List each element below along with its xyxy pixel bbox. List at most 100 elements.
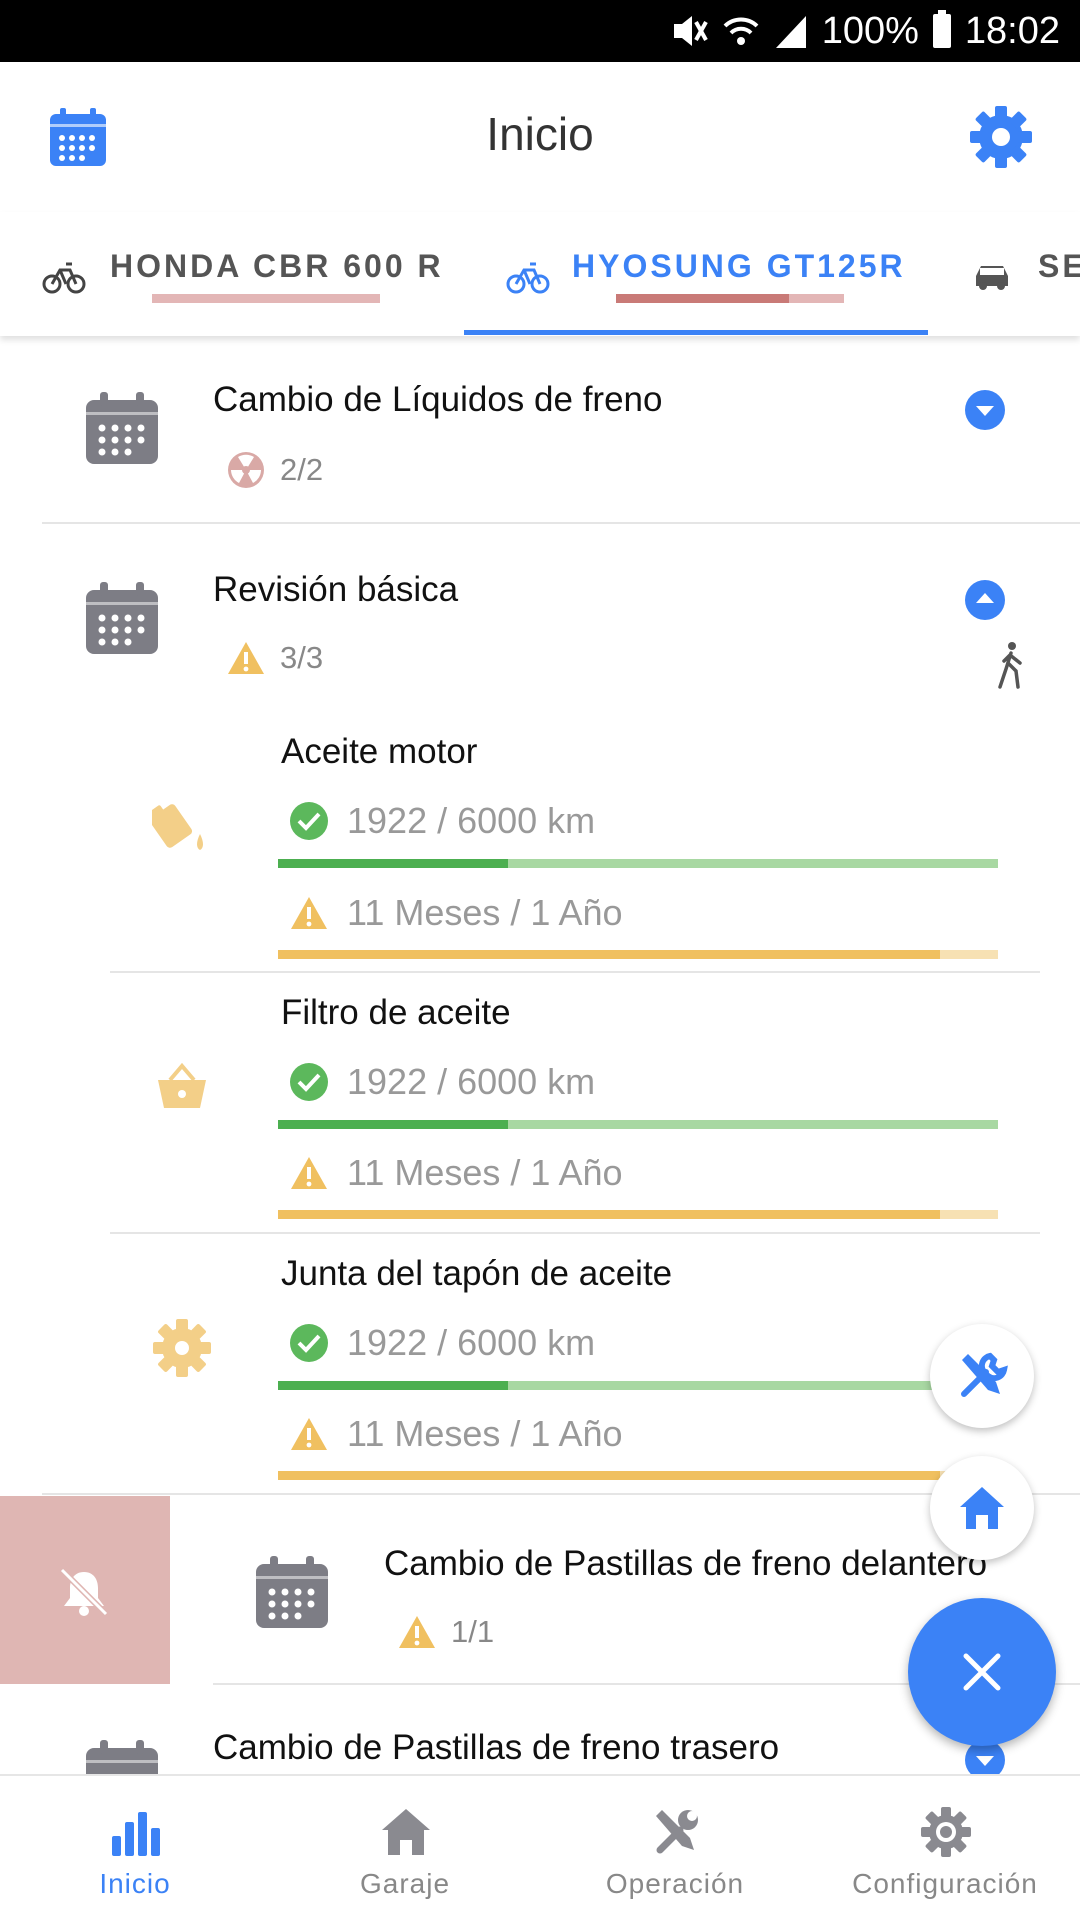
walking-icon — [998, 642, 1022, 689]
page-title: Inicio — [486, 108, 594, 160]
expand-icon[interactable] — [965, 390, 1005, 430]
km-progress-bar — [278, 859, 998, 868]
status-badge: 3/3 — [226, 640, 323, 676]
km-progress-bar — [278, 1120, 998, 1129]
home-icon — [960, 1487, 1004, 1529]
warning-icon — [399, 1616, 435, 1648]
time-progress-fill — [278, 950, 941, 959]
km-metric: 1922 / 6000 km — [289, 800, 595, 842]
tab-label: SE — [1038, 248, 1080, 284]
time-value: 11 Meses / 1 Año — [347, 1152, 623, 1193]
tab-label: HONDA CBR 600 R — [110, 248, 444, 284]
badge-count: 3/3 — [280, 640, 324, 675]
status-bar: 100% 18:02 — [0, 0, 1080, 62]
calendar-icon — [86, 1740, 158, 1776]
divider — [42, 1493, 1080, 1495]
km-value: 1922 / 6000 km — [347, 800, 596, 841]
wifi-icon — [723, 17, 759, 45]
item-title: Revisión básica — [213, 570, 459, 609]
badge-count: 1/1 — [451, 1614, 495, 1649]
divider — [110, 1232, 1040, 1234]
nav-label: Inicio — [99, 1868, 171, 1899]
operation-fab[interactable] — [930, 1324, 1034, 1428]
bottom-nav: Inicio Garaje Operación Configuración — [0, 1774, 1080, 1920]
vehicle-tabs: HONDA CBR 600 R HYOSUNG GT125R SE — [0, 212, 1080, 336]
nav-garaje[interactable]: Garaje — [270, 1776, 540, 1920]
bicycle-icon — [506, 262, 550, 294]
km-metric: 1922 / 6000 km — [289, 1061, 595, 1103]
time-value: 11 Meses / 1 Año — [347, 892, 623, 933]
tab-honda[interactable]: HONDA CBR 600 R — [0, 212, 464, 336]
item-title: Cambio de Pastillas de freno trasero — [213, 1728, 780, 1767]
bicycle-icon — [42, 262, 86, 294]
nav-operacion[interactable]: Operación — [540, 1776, 810, 1920]
km-progress-bar — [278, 1381, 998, 1390]
warning-icon — [291, 897, 327, 929]
maintenance-list: Cambio de Líquidos de freno 2/2 Revisión… — [0, 336, 1080, 1776]
tab-label: HYOSUNG GT125R — [572, 248, 906, 284]
nav-label: Garaje — [359, 1868, 451, 1899]
collapse-icon[interactable] — [965, 580, 1005, 620]
tab-car[interactable]: SE — [928, 212, 1080, 336]
km-progress-fill — [278, 1381, 509, 1390]
garage-fab[interactable] — [930, 1456, 1034, 1560]
tab-progress — [152, 294, 380, 303]
battery-icon — [932, 10, 951, 48]
basket-icon — [158, 1062, 206, 1108]
warning-icon — [291, 1418, 327, 1450]
tab-indicator — [464, 330, 928, 335]
time-metric: 11 Meses / 1 Año — [289, 1413, 623, 1455]
gear-icon[interactable] — [970, 106, 1032, 168]
close-fab[interactable] — [908, 1598, 1056, 1746]
km-value: 1922 / 6000 km — [347, 1322, 596, 1363]
km-metric: 1922 / 6000 km — [289, 1322, 595, 1364]
check-circle-icon — [290, 1324, 328, 1362]
radiation-icon — [228, 452, 264, 488]
nav-inicio[interactable]: Inicio — [0, 1776, 270, 1920]
warning-icon — [291, 1157, 327, 1189]
status-badge: 2/2 — [226, 450, 323, 490]
time-progress-bar — [278, 950, 998, 959]
time-progress-bar — [278, 1210, 998, 1219]
divider — [110, 971, 1040, 973]
tab-progress-fill — [616, 294, 790, 303]
time-progress-fill — [278, 1471, 941, 1480]
tools-icon — [961, 1352, 1008, 1397]
tools-icon — [656, 1810, 698, 1854]
time-progress-fill — [278, 1210, 941, 1219]
nav-label: Operación — [605, 1868, 745, 1899]
time-metric: 11 Meses / 1 Año — [289, 1152, 623, 1194]
battery-percent: 100% — [821, 9, 919, 52]
tab-progress — [616, 294, 844, 303]
clock: 18:02 — [964, 9, 1060, 52]
item-title: Cambio de Pastillas de freno delantero — [384, 1544, 988, 1583]
divider — [42, 522, 1080, 524]
badge-count: 2/2 — [280, 452, 324, 487]
car-icon — [976, 266, 1008, 290]
warning-icon — [228, 642, 264, 674]
bar-chart-icon — [112, 1812, 160, 1856]
swipe-action[interactable] — [0, 1496, 170, 1684]
mute-icon — [673, 16, 708, 46]
close-icon — [963, 1653, 1001, 1691]
tab-hyosung[interactable]: HYOSUNG GT125R — [464, 212, 928, 336]
bell-off-icon — [59, 1567, 109, 1617]
calendar-icon — [86, 582, 158, 654]
home-icon — [382, 1809, 430, 1855]
check-circle-icon — [290, 802, 328, 840]
app-bar: Inicio — [0, 62, 1080, 212]
check-circle-icon — [290, 1063, 328, 1101]
km-value: 1922 / 6000 km — [347, 1061, 596, 1102]
km-progress-fill — [278, 859, 509, 868]
nav-label: Configuración — [852, 1868, 1038, 1899]
sub-item-title: Filtro de aceite — [281, 993, 511, 1032]
nav-configuracion[interactable]: Configuración — [810, 1776, 1080, 1920]
signal-icon — [775, 16, 806, 48]
oil-can-icon — [152, 804, 203, 850]
calendar-icon — [256, 1556, 328, 1628]
cog-icon — [153, 1319, 211, 1377]
item-title: Cambio de Líquidos de freno — [213, 380, 663, 419]
time-progress-bar — [278, 1471, 998, 1480]
gear-icon — [921, 1807, 971, 1857]
sub-item-title: Junta del tapón de aceite — [281, 1254, 673, 1293]
